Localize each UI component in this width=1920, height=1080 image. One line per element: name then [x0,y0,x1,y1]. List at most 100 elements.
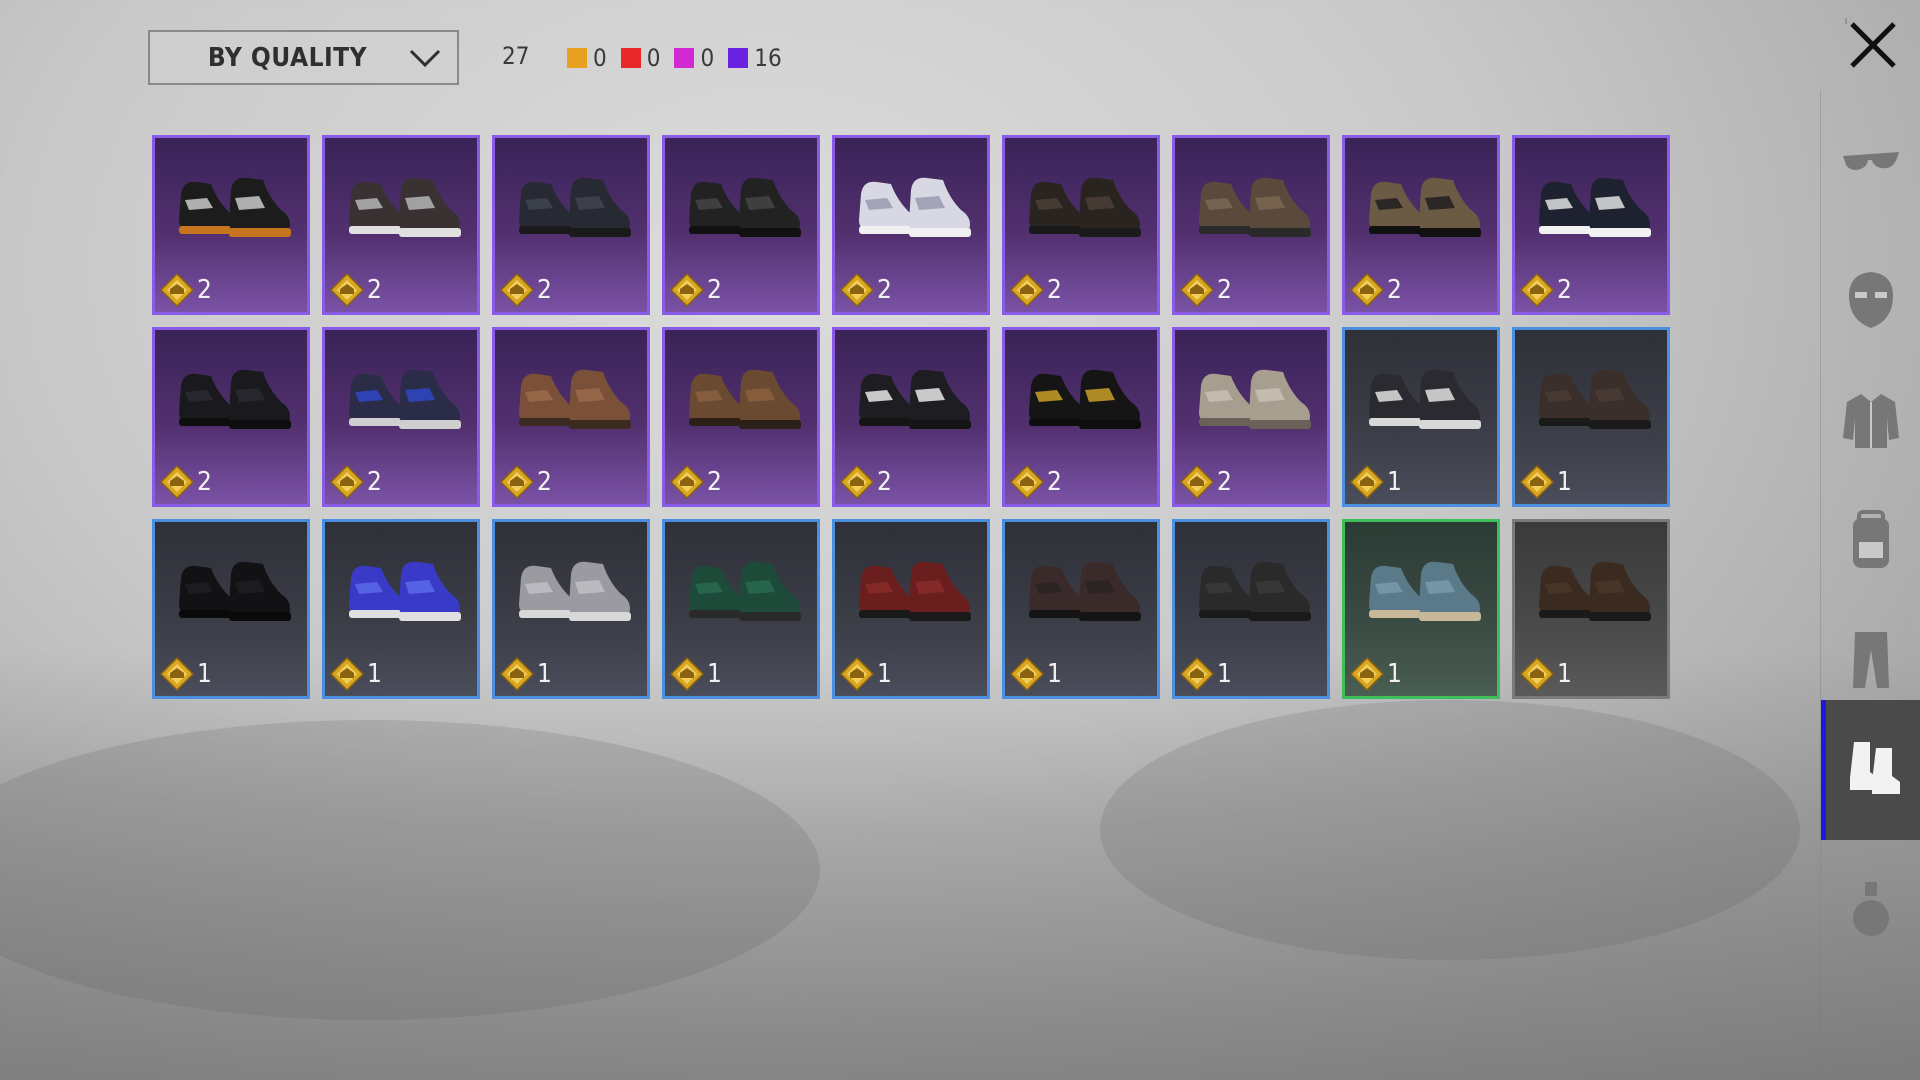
close-icon[interactable] [1842,14,1904,76]
shoe-icon [1029,561,1141,621]
level-badge-icon [1179,272,1215,308]
level-badge-icon [1009,656,1045,692]
item-level: 2 [197,467,212,497]
item-level: 1 [1387,467,1402,497]
quality-counts: 0 0 0 16 [567,44,796,72]
item-card[interactable]: 1 [1342,519,1500,699]
item-card[interactable]: 2 [1172,135,1330,315]
level-badge-icon [1009,272,1045,308]
item-card[interactable]: 2 [1002,135,1160,315]
sort-dropdown[interactable]: BY QUALITY [148,30,459,85]
level-badge: 2 [159,272,212,308]
item-card[interactable]: 1 [1512,327,1670,507]
item-card[interactable]: 2 [832,135,990,315]
shoe-icon [519,561,631,621]
item-card[interactable]: 1 [1002,519,1160,699]
item-level: 1 [1217,659,1232,689]
item-card[interactable]: 2 [322,327,480,507]
shoe-icon [1199,561,1311,621]
item-card[interactable]: 2 [1512,135,1670,315]
quality-swatch [567,48,587,68]
item-level: 1 [1387,659,1402,689]
item-level: 1 [197,659,212,689]
item-card[interactable]: 1 [1342,327,1500,507]
shoe-icon [349,369,461,429]
level-badge-icon [159,272,195,308]
item-level: 2 [707,467,722,497]
level-badge: 2 [499,272,552,308]
item-level: 2 [537,467,552,497]
item-level: 2 [1047,467,1062,497]
item-level: 2 [1387,275,1402,305]
shoe-icon [1199,369,1311,429]
item-card[interactable]: 2 [152,327,310,507]
item-card[interactable]: 2 [1342,135,1500,315]
item-card[interactable]: 2 [152,135,310,315]
sidebar-item-backpack[interactable] [1821,480,1920,600]
item-card[interactable]: 2 [1172,327,1330,507]
level-badge: 1 [1519,464,1572,500]
level-badge: 2 [669,464,722,500]
shoe-icon [349,177,461,237]
shoe-icon [1369,561,1481,621]
level-badge: 2 [1009,464,1062,500]
item-card[interactable]: 2 [662,135,820,315]
quality-swatch [674,48,695,68]
sidebar-item-glasses[interactable] [1821,100,1920,220]
level-badge-icon [839,656,875,692]
level-badge: 1 [669,656,722,692]
item-card[interactable]: 1 [322,519,480,699]
quality-count-orange: 0 [567,44,607,72]
sidebar-item-mask[interactable] [1821,240,1920,360]
level-badge-icon [1519,272,1555,308]
shoe-icon [1029,177,1141,237]
shoe-icon [1199,177,1311,237]
item-card[interactable]: 2 [1002,327,1160,507]
quality-swatch [728,48,749,68]
item-card[interactable]: 2 [492,327,650,507]
item-level: 2 [877,275,892,305]
level-badge: 1 [499,656,552,692]
item-card[interactable]: 1 [492,519,650,699]
item-level: 2 [537,275,552,305]
level-badge: 1 [1519,656,1572,692]
item-card[interactable]: 2 [322,135,480,315]
item-card[interactable]: 2 [492,135,650,315]
item-card[interactable]: 1 [1172,519,1330,699]
sort-dropdown-label: BY QUALITY [207,42,368,73]
item-card[interactable]: 1 [1512,519,1670,699]
level-badge-icon [499,464,535,500]
sidebar-item-jacket[interactable] [1821,360,1920,480]
item-card[interactable]: 1 [832,519,990,699]
level-badge: 1 [159,656,212,692]
level-badge: 2 [669,272,722,308]
shoe-icon [349,561,461,621]
level-badge-icon [159,656,195,692]
level-badge-icon [1179,656,1215,692]
backpack-icon [1853,510,1889,568]
item-level: 2 [707,275,722,305]
shoe-icon [519,177,631,237]
quality-count-magenta: 0 [674,44,714,72]
item-card[interactable]: 1 [152,519,310,699]
item-card[interactable]: 2 [832,327,990,507]
sidebar-item-shoes[interactable] [1821,700,1920,840]
level-badge: 2 [1009,272,1062,308]
sidebar-item-grenade[interactable] [1821,850,1920,970]
quality-count-value: 16 [754,44,782,72]
item-card[interactable]: 1 [662,519,820,699]
level-badge-icon [1349,464,1385,500]
shoe-icon [179,561,291,621]
level-badge-icon [499,656,535,692]
chevron-down-icon [409,49,441,67]
level-badge: 2 [499,464,552,500]
item-card[interactable]: 2 [662,327,820,507]
item-level: 1 [1557,659,1572,689]
level-badge-icon [1519,656,1555,692]
item-level: 2 [1217,467,1232,497]
level-badge-icon [669,464,705,500]
quality-count-purple: 16 [728,44,782,72]
shoe-icon [519,369,631,429]
level-badge: 1 [329,656,382,692]
category-sidebar [1820,90,1920,1080]
